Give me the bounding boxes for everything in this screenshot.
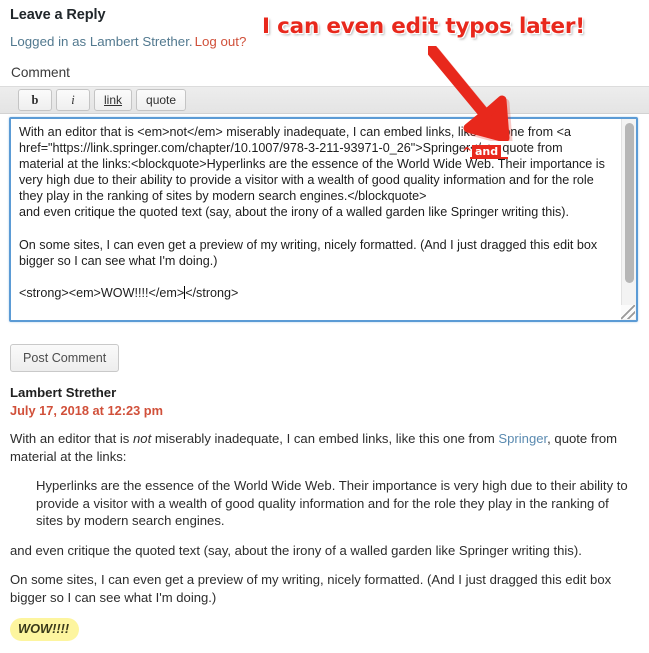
italic-button[interactable]: i: [56, 89, 90, 111]
comment-field-label: Comment: [11, 65, 70, 80]
comment-blockquote: Hyperlinks are the essence of the World …: [36, 478, 628, 528]
link-button[interactable]: link: [94, 89, 133, 111]
editor-toolbar: b i link quote: [0, 86, 649, 114]
comment-textarea-content[interactable]: With an editor that is <em>not</em> mise…: [19, 124, 607, 301]
textarea-scrollbar[interactable]: [621, 119, 636, 320]
comment-p1-emphasis: not: [133, 431, 152, 446]
logged-in-status: Logged in as Lambert Strether. Log out?: [10, 34, 649, 49]
comment-body: With an editor that is not miserably ina…: [10, 430, 639, 641]
comment-paragraph-3: On some sites, I can even get a preview …: [10, 572, 612, 605]
logged-in-label: Logged in as Lambert Strether.: [10, 34, 193, 49]
comment-paragraph-2: and even critique the quoted text (say, …: [10, 542, 582, 558]
post-comment-button[interactable]: Post Comment: [10, 344, 120, 372]
comment-p1-part2: miserably inadequate, I can embed links,…: [151, 431, 499, 446]
page-title: Leave a Reply: [10, 7, 106, 23]
springer-link[interactable]: Springer: [498, 431, 547, 446]
logout-link[interactable]: Log out?: [195, 34, 247, 49]
reply-form: Leave a Reply Logged in as Lambert Stret…: [0, 0, 649, 80]
posted-comment: Lambert Strether July 17, 2018 at 12:23 …: [0, 385, 649, 653]
toolbar-button-group: b i link quote: [18, 89, 187, 111]
scrollbar-thumb[interactable]: [625, 123, 634, 283]
comment-textarea-text-before-caret: With an editor that is <em>not</em> mise…: [19, 125, 605, 300]
comment-timestamp[interactable]: July 17, 2018 at 12:23 pm: [10, 403, 649, 418]
comment-textarea-text-after-caret: </strong>: [185, 285, 239, 300]
comment-author: Lambert Strether: [10, 385, 117, 400]
comment-paragraph-4: WOW!!!!: [10, 618, 639, 641]
bold-button[interactable]: b: [18, 89, 52, 111]
resize-handle-icon[interactable]: [621, 305, 635, 319]
quote-button[interactable]: quote: [136, 89, 187, 111]
comment-paragraph-1: With an editor that is not miserably ina…: [10, 430, 639, 465]
comment-textarea[interactable]: With an editor that is <em>not</em> mise…: [9, 117, 638, 322]
comment-p1-part1: With an editor that is: [10, 431, 133, 446]
wow-highlight: WOW!!!!: [10, 618, 80, 641]
